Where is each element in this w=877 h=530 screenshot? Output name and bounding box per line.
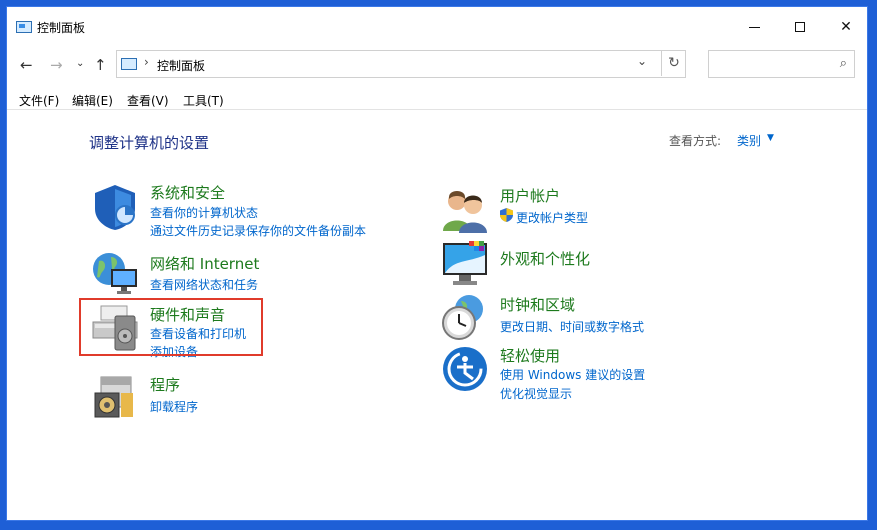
- window-title: 控制面板: [37, 21, 86, 35]
- network-globe-icon[interactable]: [91, 249, 139, 297]
- chevron-down-icon: ⌄: [76, 58, 85, 69]
- dropdown-arrow-icon[interactable]: ▼: [767, 133, 774, 143]
- back-button[interactable]: ←: [20, 56, 33, 74]
- control-panel-window: 控制面板 ✕ ← → ⌄ ↑ › 控制面板 ⌄ ↻ ⌕ 文件(F) 编辑(E) …: [6, 6, 868, 521]
- recent-locations-button[interactable]: ⌄: [76, 58, 84, 69]
- link-windows-recommended[interactable]: 使用 Windows 建议的设置: [500, 366, 645, 383]
- maximize-icon: [795, 22, 805, 32]
- refresh-button[interactable]: ↻: [661, 50, 686, 76]
- maximize-button[interactable]: [777, 7, 823, 47]
- menu-file[interactable]: 文件(F): [19, 92, 59, 109]
- arrow-right-icon: →: [50, 56, 63, 74]
- shield-icon[interactable]: [91, 183, 139, 231]
- title-bar[interactable]: 控制面板 ✕: [7, 7, 867, 47]
- category-user-accounts[interactable]: 用户帐户: [500, 185, 560, 206]
- menu-edit[interactable]: 编辑(E): [72, 92, 113, 109]
- address-dropdown-icon[interactable]: ⌄: [637, 54, 647, 68]
- forward-button[interactable]: →: [50, 56, 63, 74]
- category-appearance[interactable]: 外观和个性化: [500, 248, 590, 269]
- link-network-status[interactable]: 查看网络状态和任务: [150, 276, 258, 293]
- close-button[interactable]: ✕: [823, 7, 869, 47]
- view-by-label: 查看方式:: [669, 134, 722, 148]
- menu-tools[interactable]: 工具(T): [183, 92, 224, 109]
- view-by-dropdown[interactable]: 类别: [737, 132, 761, 149]
- link-change-date-time[interactable]: 更改日期、时间或数字格式: [500, 318, 644, 335]
- breadcrumb[interactable]: 控制面板: [157, 57, 205, 74]
- address-bar[interactable]: › 控制面板 ⌄ ↻: [116, 50, 686, 78]
- link-optimize-display[interactable]: 优化视觉显示: [500, 385, 572, 402]
- programs-icon[interactable]: [91, 373, 139, 421]
- refresh-icon: ↻: [668, 55, 680, 71]
- up-button[interactable]: ↑: [94, 56, 107, 74]
- page-title: 调整计算机的设置: [89, 134, 210, 152]
- user-accounts-icon[interactable]: [441, 187, 489, 235]
- link-uninstall-program[interactable]: 卸载程序: [150, 398, 198, 415]
- arrow-up-icon: ↑: [94, 56, 107, 74]
- menu-bar: 文件(F) 编辑(E) 查看(V) 工具(T): [7, 87, 867, 110]
- link-view-computer-status[interactable]: 查看你的计算机状态: [150, 204, 258, 221]
- link-change-account-type[interactable]: 更改帐户类型: [516, 209, 588, 226]
- control-panel-icon: [121, 58, 137, 70]
- uac-shield-icon: [500, 208, 513, 222]
- clock-icon[interactable]: [441, 293, 489, 341]
- close-icon: ✕: [840, 19, 852, 35]
- ease-of-access-icon[interactable]: [441, 345, 489, 393]
- control-panel-icon: [16, 21, 32, 33]
- search-icon: ⌕: [839, 56, 847, 71]
- category-ease-of-access[interactable]: 轻松使用: [500, 345, 560, 366]
- search-input[interactable]: ⌕: [708, 50, 855, 78]
- appearance-monitor-icon[interactable]: [441, 239, 489, 287]
- link-file-history[interactable]: 通过文件历史记录保存你的文件备份副本: [150, 222, 366, 239]
- menu-view[interactable]: 查看(V): [127, 92, 169, 109]
- minimize-icon: [748, 26, 760, 28]
- minimize-button[interactable]: [731, 7, 777, 47]
- category-network-internet[interactable]: 网络和 Internet: [150, 253, 259, 274]
- category-system-security[interactable]: 系统和安全: [150, 182, 225, 203]
- arrow-left-icon: ←: [20, 56, 33, 74]
- category-clock-region[interactable]: 时钟和区域: [500, 294, 575, 315]
- highlight-box: [79, 298, 263, 356]
- category-programs[interactable]: 程序: [150, 374, 180, 395]
- breadcrumb-chevron-icon: ›: [144, 55, 149, 69]
